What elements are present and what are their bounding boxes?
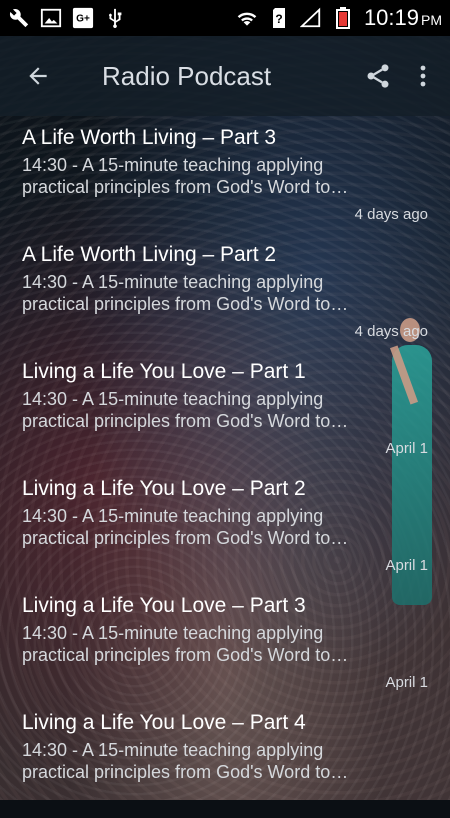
episode-title: Living a Life You Love – Part 2 (22, 477, 306, 500)
episode-description: 14:30 - A 15-minute teaching applying pr… (22, 623, 349, 665)
app-bar: Radio Podcast (0, 36, 450, 116)
episode-item[interactable]: Living a Life You Love – Part 4 14:30 - … (0, 701, 450, 818)
episode-item[interactable]: Living a Life You Love – Part 3 14:30 - … (0, 584, 450, 701)
clock-ampm: PM (421, 12, 442, 28)
arrow-back-icon (29, 67, 47, 85)
signal-icon (299, 7, 322, 29)
sim-unknown-icon: ? (268, 7, 290, 29)
episode-title: Living a Life You Love – Part 1 (22, 360, 306, 383)
wifi-icon (236, 7, 258, 29)
episode-description: 14:30 - A 15-minute teaching applying pr… (22, 740, 349, 782)
share-icon (367, 64, 389, 88)
page-title: Radio Podcast (102, 60, 272, 91)
clock: 10:19 PM (364, 5, 442, 31)
episode-description: 14:30 - A 15-minute teaching applying pr… (22, 389, 349, 431)
episode-title: Living a Life You Love – Part 3 (22, 594, 306, 617)
image-icon (40, 7, 62, 29)
episode-date: April 1 (385, 557, 428, 574)
svg-text:?: ? (275, 12, 282, 26)
status-bar: G+ ? 10:19 PM (0, 0, 450, 36)
episode-date: April 1 (385, 440, 428, 457)
episode-title: A Life Worth Living – Part 2 (22, 243, 277, 266)
episode-title: A Life Worth Living – Part 3 (22, 126, 277, 149)
episode-item[interactable]: Living a Life You Love – Part 2 14:30 - … (0, 467, 450, 584)
overflow-menu-button[interactable] (402, 52, 444, 100)
episode-date: 4 days ago (354, 323, 428, 340)
episode-item[interactable]: A Life Worth Living – Part 3 14:30 - A 1… (0, 116, 450, 233)
battery-low-icon (332, 7, 354, 29)
episode-list: A Life Worth Living – Part 3 14:30 - A 1… (0, 116, 450, 800)
share-button[interactable] (354, 52, 402, 100)
clock-time: 10:19 (363, 5, 419, 30)
svg-text:G+: G+ (76, 14, 90, 25)
episode-date: April 1 (385, 674, 428, 691)
back-button[interactable] (12, 50, 64, 102)
gplus-icon: G+ (72, 7, 94, 29)
more-vertical-icon (420, 65, 426, 87)
episode-item[interactable]: Living a Life You Love – Part 1 14:30 - … (0, 350, 450, 467)
episode-item[interactable]: A Life Worth Living – Part 2 14:30 - A 1… (0, 233, 450, 350)
episode-description: 14:30 - A 15-minute teaching applying pr… (22, 155, 349, 197)
episode-date: 4 days ago (354, 206, 428, 223)
wrench-icon (8, 7, 30, 29)
usb-icon (104, 7, 126, 29)
episode-description: 14:30 - A 15-minute teaching applying pr… (22, 506, 349, 548)
episode-description: 14:30 - A 15-minute teaching applying pr… (22, 272, 349, 314)
episode-title: Living a Life You Love – Part 4 (22, 711, 306, 734)
